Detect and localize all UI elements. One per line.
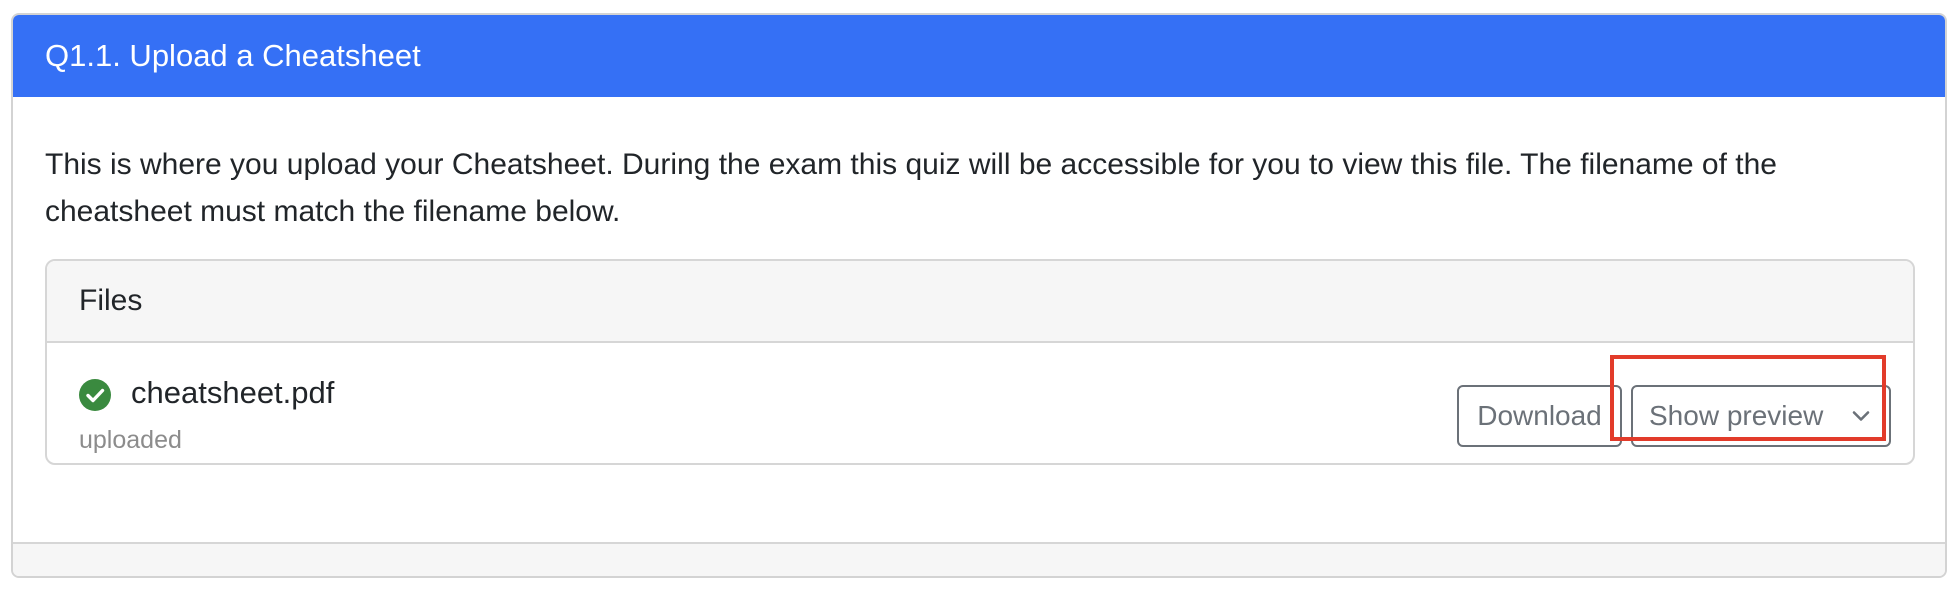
question-footer <box>13 542 1945 576</box>
check-circle-icon <box>79 379 111 411</box>
chevron-down-icon <box>1852 411 1870 421</box>
download-button-label: Download <box>1477 400 1602 431</box>
question-title: Q1.1. Upload a Cheatsheet <box>45 38 421 73</box>
file-status: uploaded <box>79 426 182 454</box>
files-panel: Files cheatsheet.pdf uploaded Download S… <box>45 259 1915 465</box>
question-card: Q1.1. Upload a Cheatsheet This is where … <box>11 13 1947 578</box>
files-header: Files <box>47 261 1913 343</box>
question-description: This is where you upload your Cheatsheet… <box>45 148 1777 228</box>
question-header: Q1.1. Upload a Cheatsheet <box>13 15 1945 97</box>
download-button[interactable]: Download <box>1457 385 1622 447</box>
show-preview-label: Show preview <box>1649 400 1824 431</box>
show-preview-button[interactable]: Show preview <box>1631 385 1891 447</box>
file-name: cheatsheet.pdf <box>131 375 335 410</box>
